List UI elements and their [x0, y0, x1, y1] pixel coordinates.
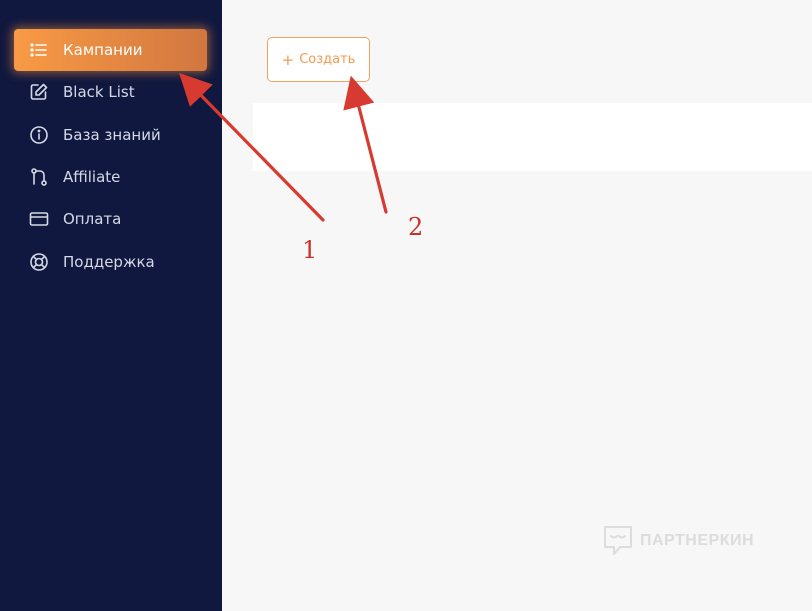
sidebar-item-affiliate[interactable]: Affiliate — [14, 156, 207, 198]
sidebar: Кампании Black List База знаний Affiliat… — [0, 0, 222, 611]
sidebar-item-campaigns[interactable]: Кампании — [14, 29, 207, 71]
sidebar-item-label: Оплата — [63, 210, 122, 228]
sidebar-item-label: Affiliate — [63, 168, 121, 186]
sidebar-item-payment[interactable]: Оплата — [14, 198, 207, 240]
sidebar-item-support[interactable]: Поддержка — [14, 241, 207, 283]
sidebar-item-label: Кампании — [63, 41, 143, 59]
watermark: ПАРТНЕРКИН — [602, 524, 754, 558]
list-icon — [28, 39, 50, 61]
main-content: + Создать ПАРТНЕРКИН — [222, 0, 812, 611]
credit-card-icon — [28, 208, 50, 230]
create-button-label: Создать — [299, 52, 356, 67]
annotation-label-1: 1 — [302, 236, 318, 264]
plus-icon: + — [281, 50, 295, 69]
git-branch-icon — [28, 166, 50, 188]
info-icon — [28, 124, 50, 146]
create-button[interactable]: + Создать — [267, 37, 370, 82]
sidebar-item-label: Поддержка — [63, 253, 155, 271]
content-panel — [253, 103, 812, 171]
watermark-text: ПАРТНЕРКИН — [640, 532, 755, 549]
sidebar-item-knowledge-base[interactable]: База знаний — [14, 114, 207, 156]
lifebuoy-icon — [28, 251, 50, 273]
sidebar-item-label: База знаний — [63, 126, 161, 144]
chat-bubble-icon — [604, 526, 632, 555]
sidebar-item-black-list[interactable]: Black List — [14, 71, 207, 113]
edit-icon — [28, 81, 50, 103]
annotation-label-2: 2 — [408, 213, 424, 241]
sidebar-item-label: Black List — [63, 83, 135, 101]
